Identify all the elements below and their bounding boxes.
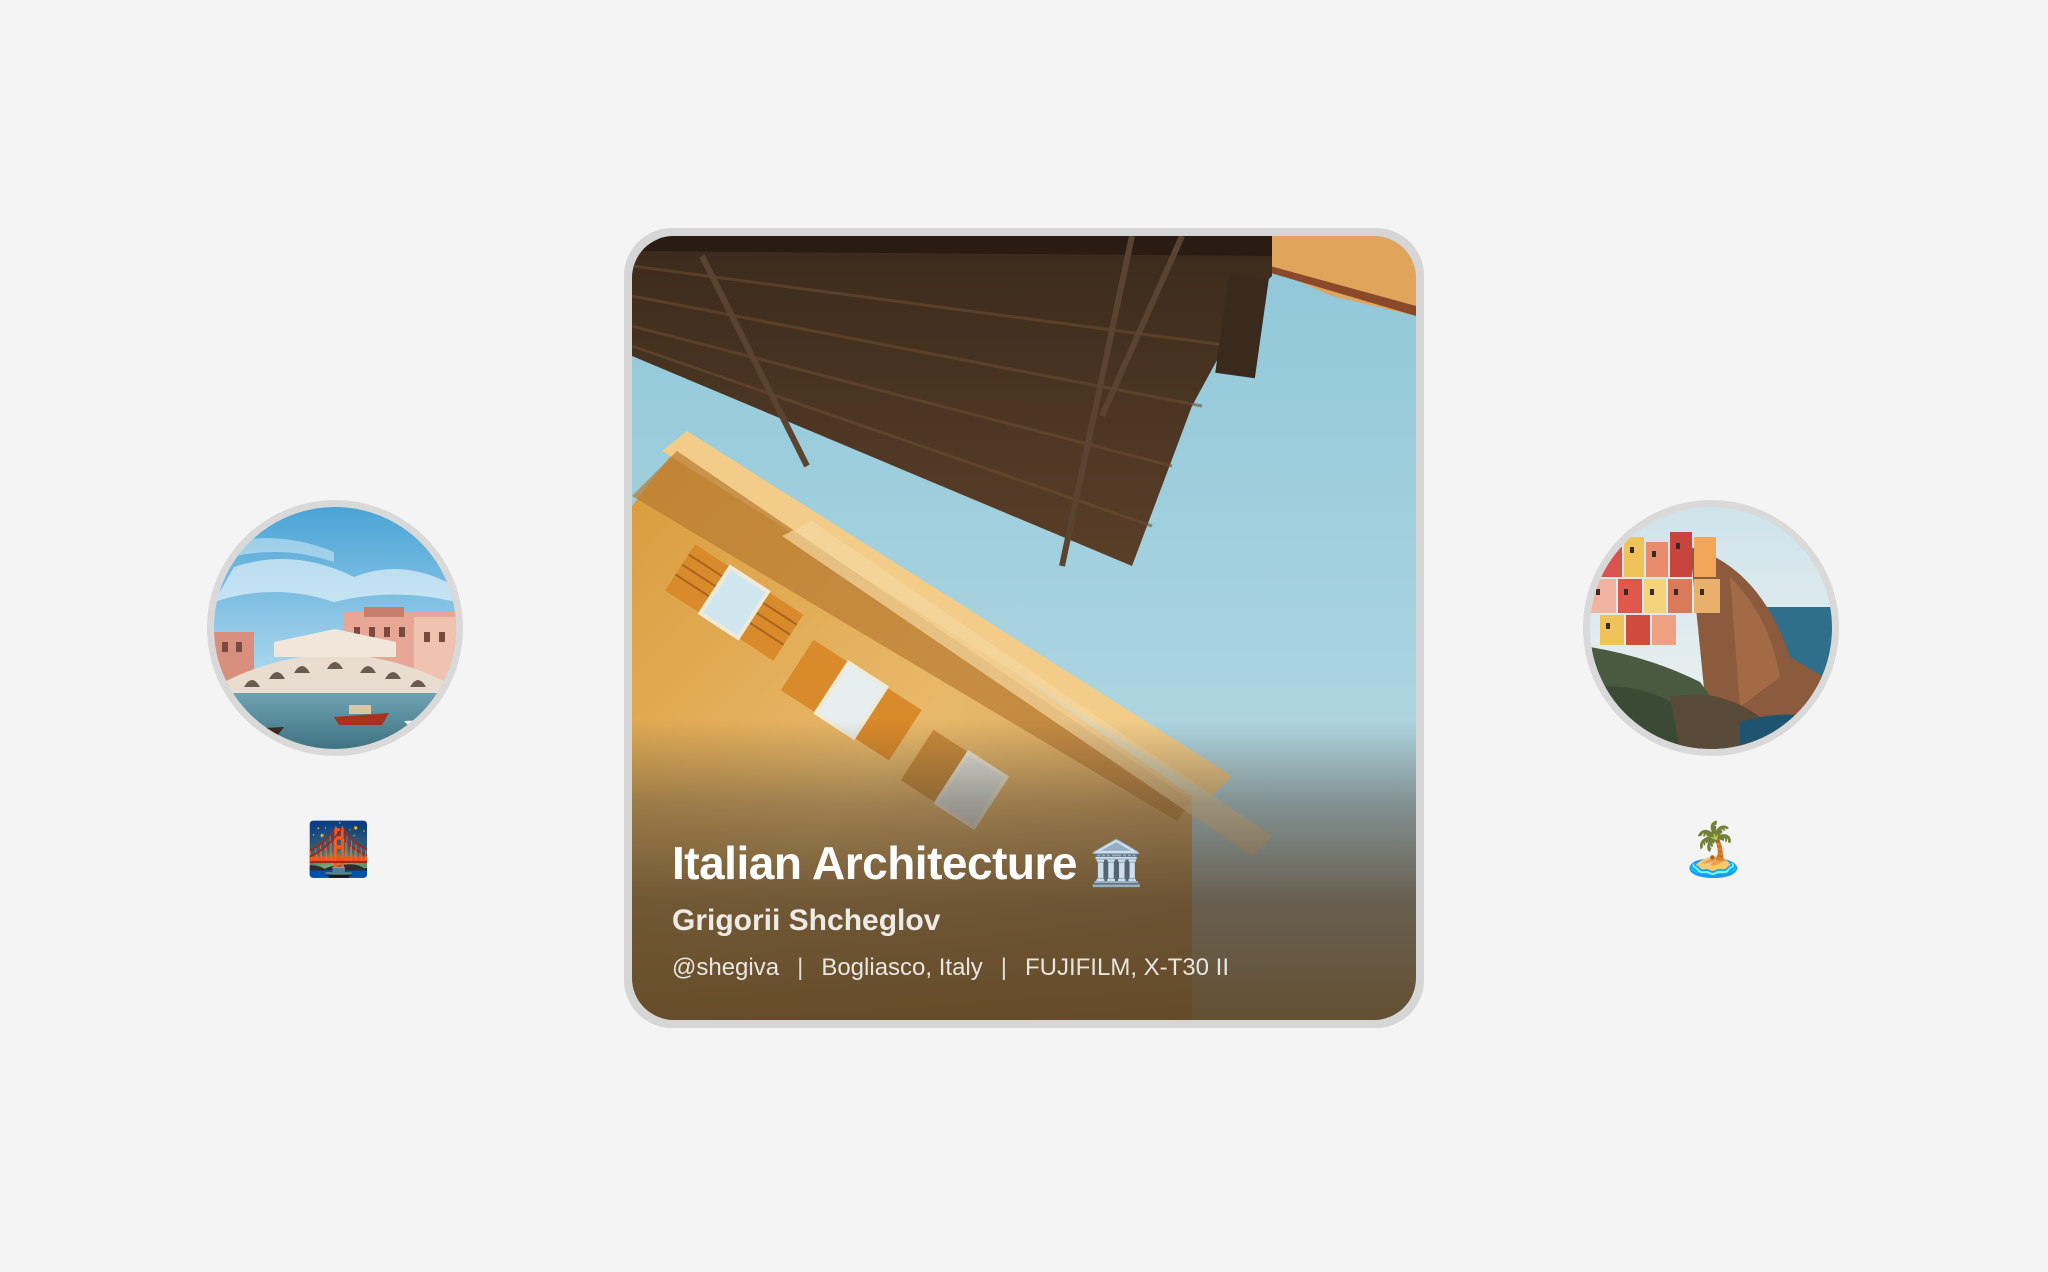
featured-photo-card[interactable]: Italian Architecture 🏛️ Grigorii Shchegl… <box>624 228 1424 1028</box>
thumbnail-venice[interactable] <box>207 500 463 756</box>
photo-meta: @shegiva | Bogliasco, Italy | FUJIFILM, … <box>672 954 1376 982</box>
photographer-handle[interactable]: @shegiva <box>672 954 779 982</box>
photo-caption: Italian Architecture 🏛️ Grigorii Shchegl… <box>672 836 1376 982</box>
photo-location: Bogliasco, Italy <box>821 954 983 981</box>
title-row: Italian Architecture 🏛️ <box>672 836 1376 890</box>
photographer-name[interactable]: Grigorii Shcheglov <box>672 904 1376 938</box>
meta-separator: | <box>1000 954 1007 981</box>
camera-model: FUJIFILM, X-T30 II <box>1024 954 1230 981</box>
photo-title: Italian Architecture <box>672 837 1077 889</box>
bridge-at-night-icon: 🌉 <box>306 820 371 880</box>
venice-photo <box>214 507 456 749</box>
meta-separator: | <box>797 954 804 981</box>
thumbnail-cinque-terre[interactable] <box>1583 500 1839 756</box>
gallery-carousel: 🌉 Italian Architecture 🏛️ Grigorii Shche… <box>0 0 2048 1272</box>
classical-building-icon: 🏛️ <box>1088 838 1144 889</box>
desert-island-icon: 🏝️ <box>1681 820 1746 880</box>
architecture-photo: Italian Architecture 🏛️ Grigorii Shchegl… <box>632 236 1416 1020</box>
cinque-terre-photo <box>1590 507 1832 749</box>
